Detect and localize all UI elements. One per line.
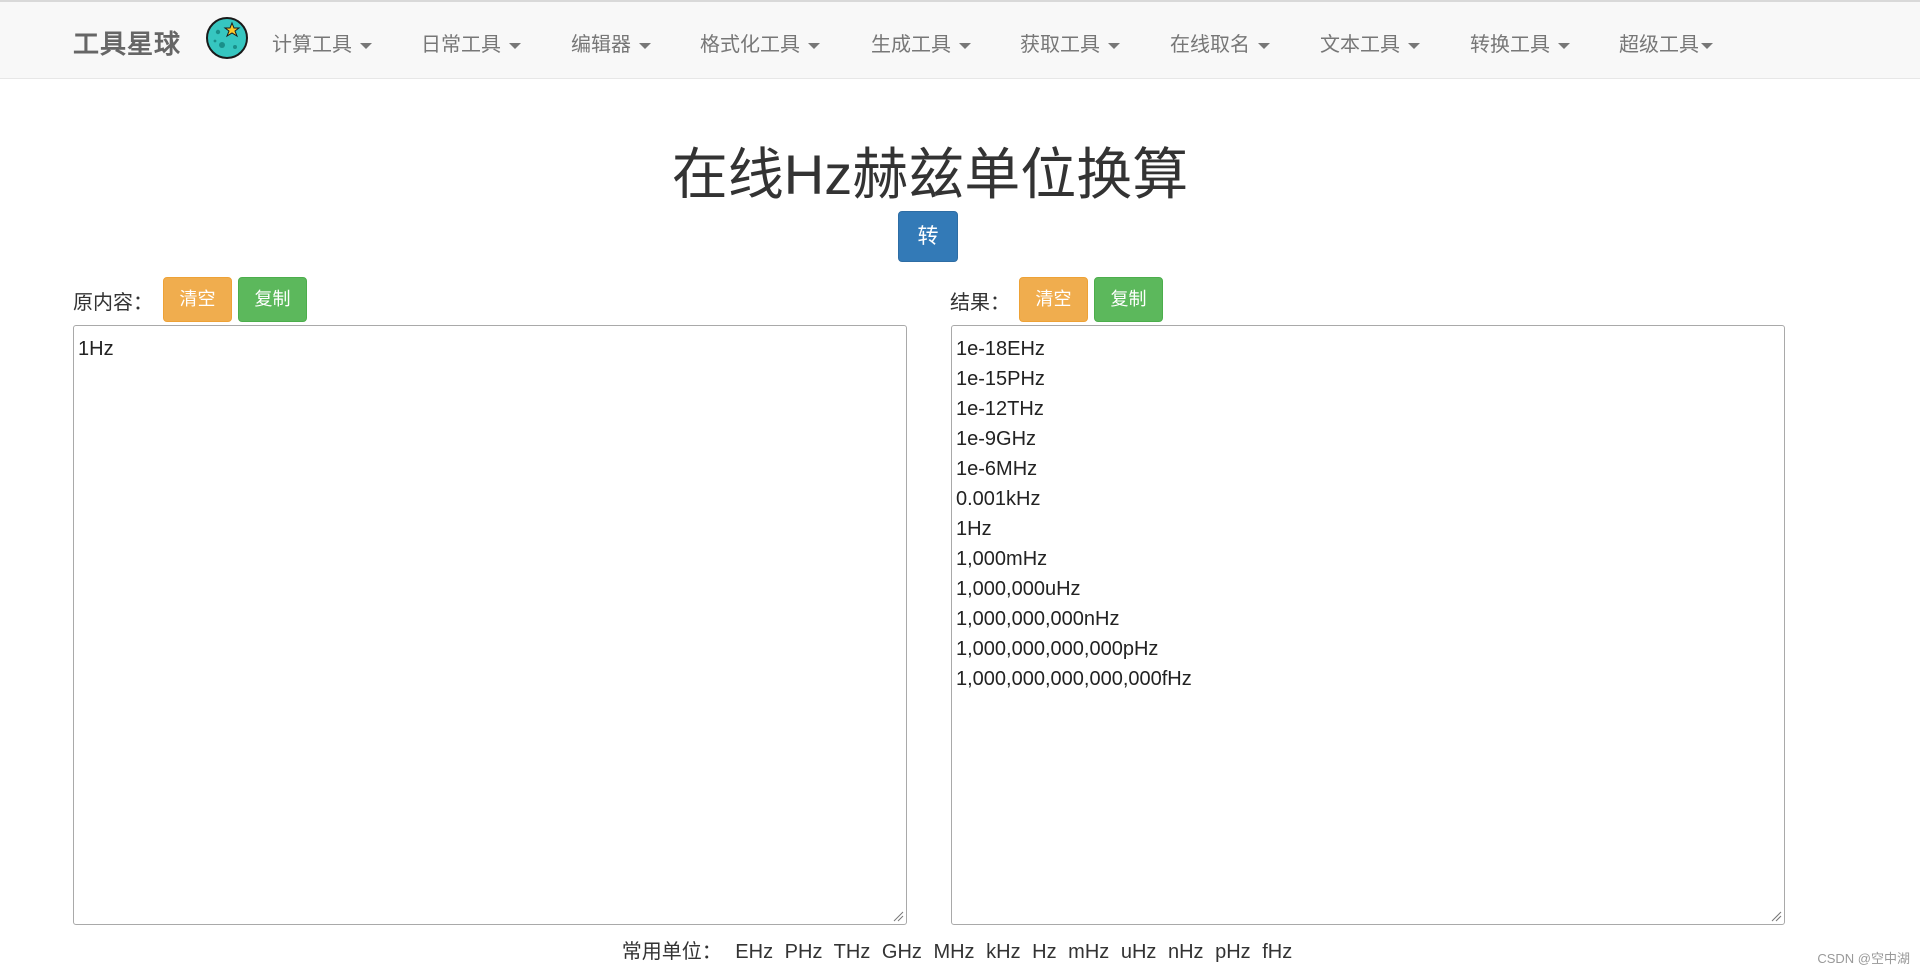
unit-mhz-milli[interactable]: mHz <box>1068 941 1109 963</box>
source-textarea[interactable]: 1Hz <box>73 325 907 925</box>
result-label: 结果： <box>950 292 1010 314</box>
result-line: 1Hz <box>956 518 992 540</box>
nav-label: 超级工具 <box>1619 34 1699 56</box>
result-line: 1,000,000uHz <box>956 578 1081 600</box>
caret-down-icon <box>509 42 521 49</box>
nav-daily-tools[interactable]: 日常工具 <box>421 28 521 57</box>
resize-grip-icon[interactable] <box>892 910 904 922</box>
csdn-watermark: CSDN @空中湖 <box>1817 951 1910 966</box>
nav-label: 文本工具 <box>1320 34 1400 56</box>
nav-label: 格式化工具 <box>700 34 800 56</box>
caret-down-icon <box>1108 42 1120 49</box>
unit-nhz[interactable]: nHz <box>1168 941 1204 963</box>
caret-down-icon <box>1558 42 1570 49</box>
source-label: 原内容： <box>73 292 153 314</box>
caret-down-icon <box>959 42 971 49</box>
result-line: 0.001kHz <box>956 488 1041 510</box>
unit-ehz[interactable]: EHz <box>735 941 773 963</box>
nav-label: 在线取名 <box>1170 34 1250 56</box>
nav-convert-tools[interactable]: 转换工具 <box>1470 28 1570 57</box>
brand-title[interactable]: 工具星球 <box>73 24 181 61</box>
planet-logo-icon[interactable] <box>205 16 249 60</box>
result-clear-button[interactable]: 清空 <box>1019 277 1088 322</box>
result-copy-button[interactable]: 复制 <box>1094 277 1163 322</box>
result-line: 1e-6MHz <box>956 458 1038 480</box>
unit-hz[interactable]: Hz <box>1032 941 1056 963</box>
source-copy-button[interactable]: 复制 <box>238 277 307 322</box>
unit-phz[interactable]: PHz <box>785 941 823 963</box>
caret-down-icon <box>808 42 820 49</box>
result-line: 1e-9GHz <box>956 428 1037 450</box>
nav-label: 获取工具 <box>1020 34 1100 56</box>
nav-format-tools[interactable]: 格式化工具 <box>700 28 820 57</box>
nav-label: 日常工具 <box>421 34 501 56</box>
nav-label: 编辑器 <box>571 34 631 56</box>
unit-uhz[interactable]: uHz <box>1121 941 1157 963</box>
unit-fhz[interactable]: fHz <box>1262 941 1292 963</box>
unit-ghz[interactable]: GHz <box>882 941 922 963</box>
caret-down-icon <box>1408 42 1420 49</box>
nav-fetch-tools[interactable]: 获取工具 <box>1020 28 1120 57</box>
result-line: 1,000,000,000,000,000fHz <box>956 668 1192 690</box>
unit-khz[interactable]: kHz <box>986 941 1020 963</box>
unit-thz[interactable]: THz <box>834 941 871 963</box>
caret-down-icon <box>1258 42 1270 49</box>
nav-generate-tools[interactable]: 生成工具 <box>871 28 971 57</box>
result-textarea[interactable]: 1e-18EHz 1e-15PHz 1e-12THz 1e-9GHz 1e-6M… <box>951 325 1785 925</box>
result-line: 1e-12THz <box>956 398 1044 420</box>
nav-super-tools[interactable]: 超级工具 <box>1619 28 1713 57</box>
result-line: 1,000,000,000nHz <box>956 608 1120 630</box>
result-line: 1e-18EHz <box>956 338 1045 360</box>
caret-down-icon <box>1701 42 1713 49</box>
nav-label: 计算工具 <box>272 34 352 56</box>
unit-phz-pico[interactable]: pHz <box>1215 941 1251 963</box>
result-line: 1,000,000,000,000pHz <box>956 638 1159 660</box>
caret-down-icon <box>360 42 372 49</box>
units-label: 常用单位： <box>621 941 722 963</box>
result-line: 1e-15PHz <box>956 368 1045 390</box>
nav-text-tools[interactable]: 文本工具 <box>1320 28 1420 57</box>
common-units-row: 常用单位： EHz PHz THz GHz MHz kHz Hz mHz uHz… <box>0 935 1920 964</box>
nav-label: 生成工具 <box>871 34 951 56</box>
nav-label: 转换工具 <box>1470 34 1550 56</box>
source-clear-button[interactable]: 清空 <box>163 277 232 322</box>
resize-grip-icon[interactable] <box>1770 910 1782 922</box>
unit-mhz-mega[interactable]: MHz <box>933 941 974 963</box>
nav-online-naming[interactable]: 在线取名 <box>1170 28 1270 57</box>
page-title: 在线Hz赫兹单位换算 <box>671 143 1189 206</box>
top-navbar: 工具星球 计算工具 日常工具 编辑器 格式化工具 生成工具 获取工具 在线取名 … <box>0 0 1920 79</box>
nav-editors[interactable]: 编辑器 <box>571 28 651 57</box>
source-text: 1Hz <box>78 338 114 360</box>
caret-down-icon <box>639 42 651 49</box>
nav-calc-tools[interactable]: 计算工具 <box>272 28 372 57</box>
convert-button[interactable]: 转 <box>898 211 958 262</box>
result-line: 1,000mHz <box>956 548 1048 570</box>
